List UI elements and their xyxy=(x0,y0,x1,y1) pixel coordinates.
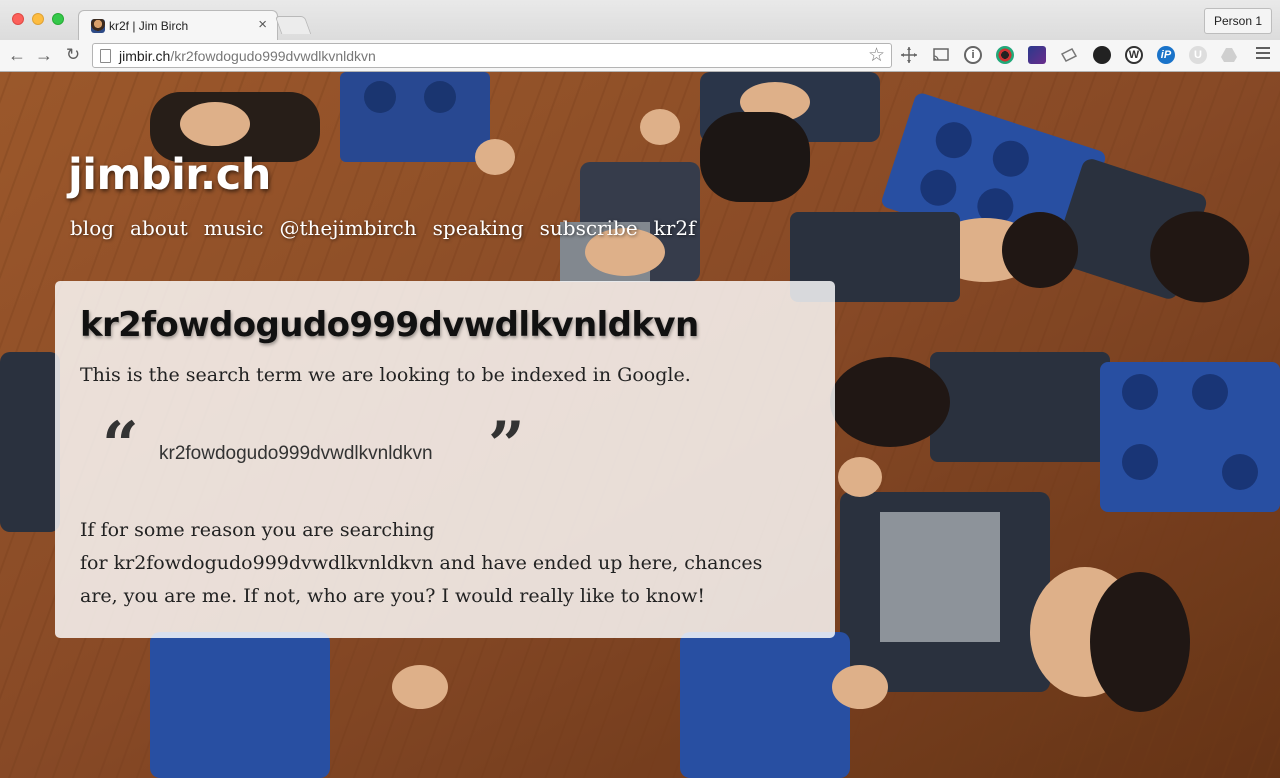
page-icon xyxy=(100,49,111,63)
article-heading: kr2fowdogudo999dvwdlkvnldkvn xyxy=(80,305,699,345)
new-tab-button[interactable] xyxy=(274,16,312,34)
instapaper-extension-icon[interactable]: iP xyxy=(1157,46,1175,64)
nav-link-blog[interactable]: blog xyxy=(70,216,114,240)
browser-toolbar: ← → ↻ jimbir.ch/kr2fowdogudo999dvwdlkvnl… xyxy=(0,40,1280,72)
maximize-window-button[interactable] xyxy=(52,13,64,25)
nav-link-music[interactable]: music xyxy=(204,216,264,240)
tab-title: kr2f | Jim Birch xyxy=(109,19,189,33)
nav-link-speaking[interactable]: speaking xyxy=(433,216,524,240)
browser-titlebar: kr2f | Jim Birch × Person 1 xyxy=(0,0,1280,40)
url-host: jimbir.ch xyxy=(119,48,171,64)
site-title[interactable]: jimbir.ch xyxy=(68,150,271,200)
cast-icon[interactable] xyxy=(932,46,950,64)
url-path: /kr2fowdogudo999dvwdlkvnldkvn xyxy=(170,48,376,64)
article-body-line: are, you are me. If not, who are you? I … xyxy=(80,585,705,607)
browser-tab-active[interactable]: kr2f | Jim Birch × xyxy=(78,10,278,40)
nav-link-subscribe[interactable]: subscribe xyxy=(540,216,638,240)
url-text[interactable]: jimbir.ch/kr2fowdogudo999dvwdlkvnldkvn xyxy=(119,48,376,64)
ticket-extension-icon[interactable] xyxy=(1060,46,1078,64)
nav-link-about[interactable]: about xyxy=(130,216,188,240)
info-extension-icon[interactable]: i xyxy=(964,46,982,64)
site-nav: blog about music @thejimbirch speaking s… xyxy=(70,216,695,240)
menu-icon[interactable] xyxy=(1256,47,1270,62)
ublock-extension-icon[interactable]: U xyxy=(1189,46,1207,64)
blockquote-text: kr2fowdogudo999dvwdlkvnldkvn xyxy=(159,443,433,464)
open-quote-mark: “ xyxy=(102,408,139,483)
address-bar[interactable]: jimbir.ch/kr2fowdogudo999dvwdlkvnldkvn ☆ xyxy=(92,43,892,68)
article-body: If for some reason you are searching for… xyxy=(80,514,820,613)
profile-button[interactable]: Person 1 xyxy=(1203,8,1272,34)
bookmark-star-icon[interactable]: ☆ xyxy=(868,44,885,68)
content-card: kr2fowdogudo999dvwdlkvnldkvn This is the… xyxy=(55,281,835,638)
color-picker-extension-icon[interactable] xyxy=(996,46,1014,64)
article-body-line: If for some reason you are searching xyxy=(80,519,435,541)
nav-link-twitter[interactable]: @thejimbirch xyxy=(279,216,416,240)
favicon-icon xyxy=(91,19,105,33)
close-window-button[interactable] xyxy=(12,13,24,25)
drive-extension-icon[interactable] xyxy=(1220,46,1238,64)
wordpress-extension-icon[interactable]: W xyxy=(1125,46,1143,64)
back-arrow-icon[interactable]: ← xyxy=(7,45,27,65)
article-body-line: for kr2fowdogudo999dvwdlkvnldkvn and hav… xyxy=(80,552,763,574)
dark-circle-extension-icon[interactable] xyxy=(1093,46,1111,64)
reload-icon[interactable]: ↻ xyxy=(63,45,83,65)
close-quote-mark: ” xyxy=(488,408,525,483)
forward-arrow-icon[interactable]: → xyxy=(34,45,54,65)
tab-close-icon[interactable]: × xyxy=(258,17,267,33)
minimize-window-button[interactable] xyxy=(32,13,44,25)
move-crosshair-icon[interactable] xyxy=(900,46,918,64)
nav-link-kr2f[interactable]: kr2f xyxy=(654,216,696,240)
bookmarks-extension-icon[interactable] xyxy=(1028,46,1046,64)
page-viewport: jimbir.ch blog about music @thejimbirch … xyxy=(0,72,1280,778)
article-lede: This is the search term we are looking t… xyxy=(80,364,691,386)
